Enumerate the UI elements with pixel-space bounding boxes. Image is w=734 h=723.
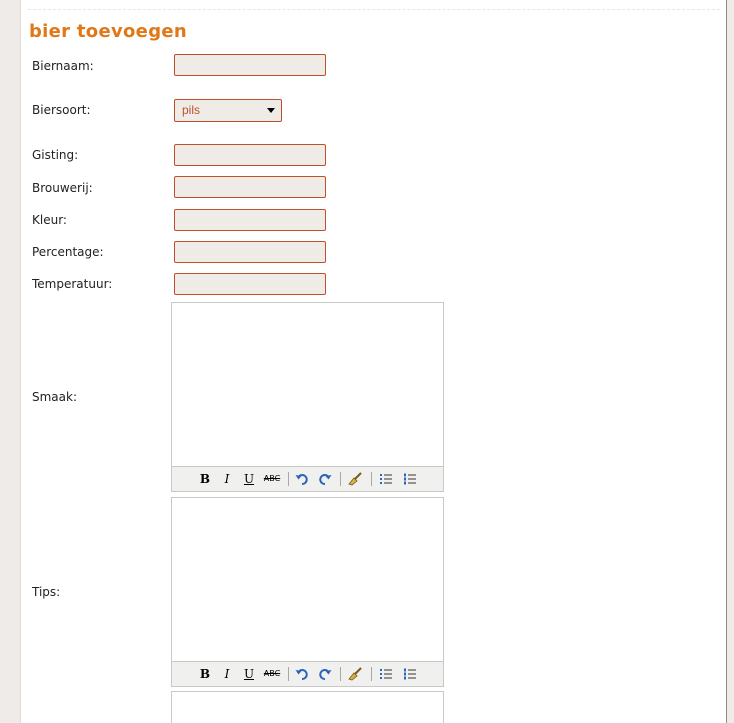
numbered-list-icon[interactable] <box>400 666 420 682</box>
page-title: bier toevoegen <box>29 21 187 42</box>
underline-button[interactable]: U <box>239 471 259 487</box>
toolbar-separator <box>371 472 372 486</box>
chevron-down-icon <box>267 108 275 113</box>
biernaam-label: Biernaam: <box>32 59 94 73</box>
smaak-label: Smaak: <box>32 390 78 404</box>
biersoort-select[interactable]: pils <box>174 99 282 122</box>
temperatuur-field[interactable] <box>174 273 326 295</box>
smaak-editor: B I U ABC <box>171 302 444 492</box>
cleanup-brush-icon[interactable] <box>345 471 365 487</box>
undo-icon[interactable] <box>292 666 312 682</box>
gisting-label: Gisting: <box>32 148 79 162</box>
percentage-field[interactable] <box>174 241 326 263</box>
toolbar-separator <box>340 472 341 486</box>
percentage-label: Percentage: <box>32 245 104 259</box>
tips-label: Tips: <box>32 585 61 599</box>
redo-icon[interactable] <box>315 666 335 682</box>
tips-text-area[interactable] <box>172 498 443 662</box>
bold-button[interactable]: B <box>195 471 215 487</box>
toolbar-separator <box>288 472 289 486</box>
strikethrough-button[interactable]: ABC <box>262 471 282 487</box>
numbered-list-icon[interactable] <box>400 471 420 487</box>
temperatuur-label: Temperatuur: <box>32 277 113 291</box>
toolbar-separator <box>340 667 341 681</box>
smaak-text-area[interactable] <box>172 303 443 467</box>
italic-button[interactable]: I <box>217 666 237 682</box>
toolbar-separator <box>288 667 289 681</box>
toolbar-separator <box>371 667 372 681</box>
underline-button[interactable]: U <box>239 666 259 682</box>
left-margin-bar <box>0 0 21 723</box>
bulleted-list-icon[interactable] <box>376 471 396 487</box>
window-right-edge <box>726 0 734 723</box>
bulleted-list-icon[interactable] <box>376 666 396 682</box>
bold-button[interactable]: B <box>195 666 215 682</box>
kleur-field[interactable] <box>174 209 326 231</box>
redo-icon[interactable] <box>315 471 335 487</box>
smaak-toolbar: B I U ABC <box>172 466 443 491</box>
brouwerij-label: Brouwerij: <box>32 181 93 195</box>
biersoort-label: Biersoort: <box>32 103 91 117</box>
strikethrough-button[interactable]: ABC <box>262 666 282 682</box>
cleanup-brush-icon[interactable] <box>345 666 365 682</box>
gisting-field[interactable] <box>174 144 326 166</box>
biernaam-field[interactable] <box>174 54 326 76</box>
tips-toolbar: B I U ABC <box>172 661 443 686</box>
tips-editor: B I U ABC <box>171 497 444 687</box>
divider <box>28 9 720 10</box>
brouwerij-field[interactable] <box>174 176 326 198</box>
kleur-label: Kleur: <box>32 213 67 227</box>
undo-icon[interactable] <box>292 471 312 487</box>
italic-button[interactable]: I <box>217 471 237 487</box>
third-editor-partial[interactable] <box>171 691 444 723</box>
biersoort-selected-value: pils <box>182 103 201 117</box>
